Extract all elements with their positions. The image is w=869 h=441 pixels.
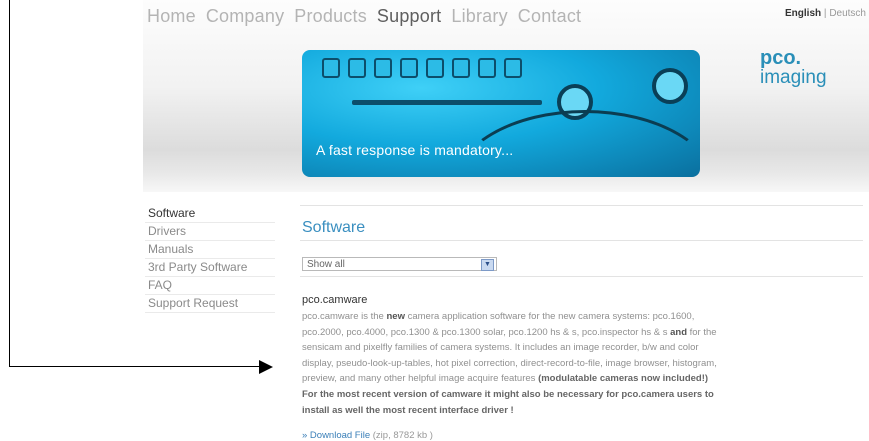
- download-meta: (zip, 8782 kb ): [372, 430, 433, 441]
- pco-imaging-logo[interactable]: pco. imaging: [760, 48, 827, 88]
- hero-banner: A fast response is mandatory...: [302, 50, 700, 177]
- download-row: » Download File (zip, 8782 kb ): [302, 430, 433, 441]
- nav-company[interactable]: Company: [206, 6, 284, 27]
- banner-connector-icon: [652, 68, 688, 104]
- banner-device-slots: [322, 58, 522, 78]
- annotation-line-horizontal: [9, 366, 263, 367]
- top-nav: Home Company Products Support Library Co…: [147, 6, 591, 27]
- driver-note: For the most recent version of camware i…: [302, 388, 714, 416]
- annotation-arrow-head: [259, 360, 273, 374]
- language-switcher: English | Deutsch: [785, 8, 866, 19]
- sidebar-nav: Software Drivers Manuals 3rd Party Softw…: [145, 205, 275, 313]
- page-title: Software: [302, 219, 366, 236]
- annotation-line-vertical: [9, 0, 10, 367]
- product-title: pco.camware: [302, 294, 368, 306]
- sidebar-item-3rd-party-software[interactable]: 3rd Party Software: [145, 259, 275, 277]
- filter-select-value: Show all: [307, 259, 345, 270]
- chevron-down-icon[interactable]: ▼: [481, 259, 494, 271]
- banner-caption: A fast response is mandatory...: [316, 142, 514, 158]
- banner-device-bar: [352, 100, 542, 105]
- sidebar-item-support-request[interactable]: Support Request: [145, 295, 275, 313]
- sidebar-item-software[interactable]: Software: [145, 205, 275, 223]
- nav-home[interactable]: Home: [147, 6, 196, 27]
- divider: [300, 240, 863, 241]
- product-description: pco.camware is the new camera applicatio…: [302, 311, 717, 416]
- lang-deutsch[interactable]: Deutsch: [829, 8, 866, 19]
- nav-products[interactable]: Products: [294, 6, 367, 27]
- nav-contact[interactable]: Contact: [518, 6, 581, 27]
- download-file-link[interactable]: » Download File: [302, 430, 370, 441]
- lang-separator: |: [823, 8, 827, 19]
- divider: [300, 276, 863, 277]
- logo-line2: imaging: [760, 67, 827, 88]
- sidebar-item-faq[interactable]: FAQ: [145, 277, 275, 295]
- logo-line1: pco.: [760, 47, 802, 69]
- filter-select[interactable]: Show all ▼: [302, 257, 497, 271]
- sidebar-item-drivers[interactable]: Drivers: [145, 223, 275, 241]
- nav-support[interactable]: Support: [377, 6, 441, 27]
- lang-english[interactable]: English: [785, 8, 821, 19]
- nav-library[interactable]: Library: [451, 6, 507, 27]
- sidebar-item-manuals[interactable]: Manuals: [145, 241, 275, 259]
- divider: [300, 205, 863, 206]
